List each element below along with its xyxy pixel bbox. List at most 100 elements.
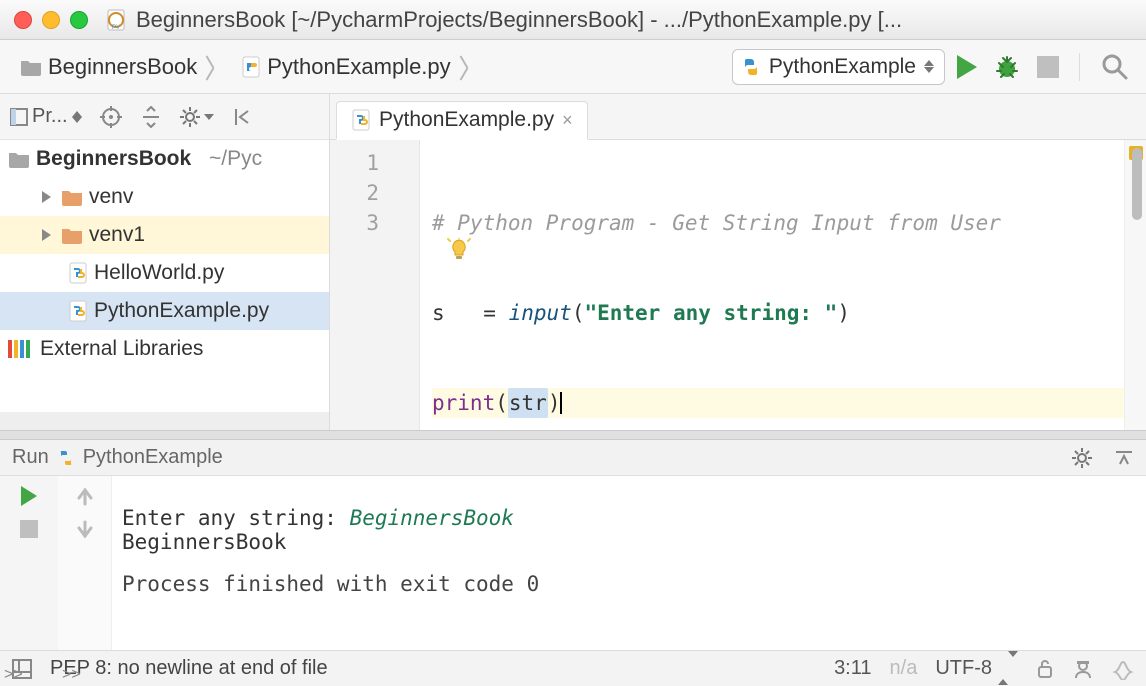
- tree-item-label: PythonExample.py: [94, 299, 269, 323]
- status-message: PEP 8: no newline at end of file: [50, 657, 328, 680]
- folder-icon: [61, 188, 83, 206]
- project-tool-window: Pr... BeginnersBook ~/Pyc: [0, 94, 330, 430]
- readonly-toggle[interactable]: [1036, 659, 1054, 679]
- gutter-line: 1: [330, 148, 379, 178]
- find-button[interactable]: [1100, 52, 1130, 82]
- window-title: BeginnersBook [~/PycharmProjects/Beginne…: [136, 7, 902, 33]
- console-hscrollbar[interactable]: [122, 634, 646, 646]
- gutter-line: 2: [330, 178, 379, 208]
- python-file-icon: [68, 300, 88, 322]
- window-controls: [14, 11, 88, 29]
- breadcrumb: BeginnersBook PythonExample.py: [10, 45, 722, 89]
- run-tool-sidebar: >>: [0, 476, 58, 650]
- minimize-window-button[interactable]: [42, 11, 60, 29]
- code-token: str: [508, 388, 548, 418]
- chevron-right-icon: [457, 49, 475, 85]
- debug-button[interactable]: [993, 53, 1021, 81]
- scroll-up-button[interactable]: [75, 486, 95, 506]
- run-button[interactable]: [957, 55, 977, 79]
- hector-inspector-button[interactable]: [1072, 658, 1094, 680]
- scroll-down-button[interactable]: [75, 520, 95, 540]
- expand-button[interactable]: >>: [4, 666, 23, 684]
- encoding-selector[interactable]: UTF-8: [935, 657, 1018, 680]
- project-settings-button[interactable]: [180, 107, 214, 127]
- code-token: (: [572, 298, 585, 328]
- intention-bulb-icon[interactable]: [447, 178, 471, 202]
- navigation-toolbar: BeginnersBook PythonExample.py PythonExa…: [0, 40, 1146, 94]
- stop-process-button[interactable]: [20, 520, 38, 538]
- folder-icon: [8, 150, 30, 168]
- breadcrumb-file-label: PythonExample.py: [267, 54, 450, 80]
- zoom-window-button[interactable]: [70, 11, 88, 29]
- run-console[interactable]: Enter any string: BeginnersBook Beginner…: [112, 476, 1146, 650]
- python-file-icon: [68, 262, 88, 284]
- breadcrumb-file[interactable]: PythonExample.py: [231, 45, 484, 89]
- toolbar-separator: [1079, 53, 1080, 81]
- editor-area: PythonExample.py × 1 2 3 # Python Progra…: [330, 94, 1146, 430]
- editor-tabbar: PythonExample.py ×: [330, 94, 1146, 140]
- expand-button2[interactable]: >>: [62, 666, 81, 684]
- updown-caret-icon: [924, 60, 934, 73]
- tree-item-venv1[interactable]: venv1: [0, 216, 329, 254]
- close-tab-button[interactable]: ×: [562, 110, 573, 131]
- hide-tool-button[interactable]: [232, 107, 252, 127]
- tree-root[interactable]: BeginnersBook ~/Pyc: [0, 140, 329, 178]
- code-token: "Enter any string: ": [584, 298, 837, 328]
- tree-item-helloworld[interactable]: HelloWorld.py: [0, 254, 329, 292]
- editor-scrollbar-thumb[interactable]: [1132, 148, 1142, 220]
- main-split: Pr... BeginnersBook ~/Pyc: [0, 94, 1146, 430]
- tree-item-label: venv: [89, 185, 133, 209]
- tree-item-label: HelloWorld.py: [94, 261, 224, 285]
- code-token: ): [548, 388, 561, 418]
- run-tool-sidebar2: >>: [58, 476, 112, 650]
- tree-item-pythonexample[interactable]: PythonExample.py: [0, 292, 329, 330]
- run-toolbar: [957, 52, 1130, 82]
- expand-icon[interactable]: [42, 229, 51, 241]
- breadcrumb-root[interactable]: BeginnersBook: [10, 45, 231, 89]
- tree-root-name: BeginnersBook: [36, 147, 191, 171]
- svg-text:PY: PY: [112, 25, 120, 31]
- collapse-all-button[interactable]: [140, 106, 162, 128]
- close-window-button[interactable]: [14, 11, 32, 29]
- editor-tab-label: PythonExample.py: [379, 108, 554, 132]
- stop-button[interactable]: [1037, 56, 1059, 78]
- editor-content[interactable]: # Python Program - Get String Input from…: [420, 140, 1124, 430]
- editor-tab[interactable]: PythonExample.py ×: [336, 101, 588, 140]
- run-configuration-selector[interactable]: PythonExample: [732, 49, 945, 85]
- code-token: print: [432, 388, 495, 418]
- tree-external-libs[interactable]: External Libraries: [0, 330, 329, 368]
- notifications-button[interactable]: [1112, 658, 1134, 680]
- project-tree[interactable]: BeginnersBook ~/Pyc venv venv1 HelloWorl…: [0, 140, 329, 412]
- console-exit-message: Process finished with exit code 0: [122, 572, 1136, 596]
- chevron-right-icon: [203, 49, 221, 85]
- folder-icon: [61, 226, 83, 244]
- tree-item-label: venv1: [89, 223, 145, 247]
- expand-icon[interactable]: [42, 191, 51, 203]
- code-editor[interactable]: 1 2 3 # Python Program - Get String Inpu…: [330, 140, 1146, 430]
- line-separator[interactable]: n/a: [890, 657, 918, 680]
- tree-root-path: ~/Pyc: [209, 147, 262, 171]
- python-icon: [741, 57, 761, 77]
- run-tool-config-name: PythonExample: [83, 446, 223, 469]
- editor-gutter: 1 2 3: [330, 140, 420, 430]
- libraries-icon: [8, 340, 30, 358]
- code-token: ): [837, 298, 850, 328]
- project-view-label: Pr...: [32, 105, 68, 128]
- code-token: s: [432, 298, 445, 328]
- rerun-button[interactable]: [21, 486, 37, 506]
- encoding-label: UTF-8: [935, 657, 992, 680]
- caret-position[interactable]: 3:11: [834, 657, 871, 680]
- project-scroll-placeholder: [0, 412, 329, 430]
- run-tool-title: Run: [12, 446, 49, 469]
- console-output: BeginnersBook: [122, 530, 286, 554]
- run-configuration-label: PythonExample: [769, 55, 916, 79]
- breadcrumb-root-label: BeginnersBook: [48, 54, 197, 80]
- tree-external-libs-label: External Libraries: [40, 337, 203, 361]
- locate-button[interactable]: [100, 106, 122, 128]
- window-titlebar: PY BeginnersBook [~/PycharmProjects/Begi…: [0, 0, 1146, 40]
- project-view-selector[interactable]: Pr...: [10, 105, 82, 128]
- project-tool-toolbar: Pr...: [0, 94, 329, 140]
- python-icon: [57, 449, 75, 467]
- status-bar: PEP 8: no newline at end of file 3:11 n/…: [0, 650, 1146, 686]
- tree-item-venv[interactable]: venv: [0, 178, 329, 216]
